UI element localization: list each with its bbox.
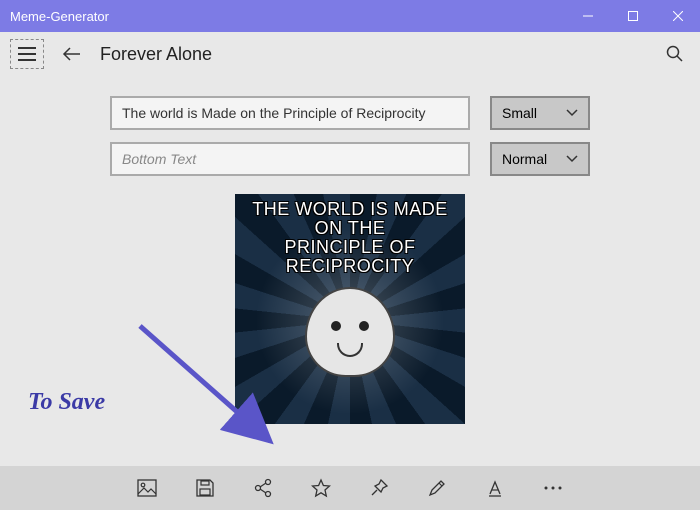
- meme-top-text: THE WORLD IS MADE ON THEPRINCIPLE OF REC…: [235, 194, 465, 276]
- close-button[interactable]: [655, 0, 700, 32]
- top-size-select[interactable]: Small: [490, 96, 590, 130]
- font-icon: [485, 478, 505, 498]
- minimize-icon: [583, 11, 593, 21]
- chevron-down-icon: [566, 155, 578, 163]
- bottom-toolbar: [0, 466, 700, 510]
- annotation-label: To Save: [28, 389, 105, 416]
- window-title: Meme-Generator: [0, 9, 565, 24]
- favorite-button[interactable]: [307, 474, 335, 502]
- minimize-button[interactable]: [565, 0, 610, 32]
- pencil-icon: [427, 478, 447, 498]
- top-text-row: Small: [110, 96, 590, 130]
- bottom-size-value: Normal: [502, 151, 547, 167]
- more-button[interactable]: [539, 474, 567, 502]
- more-icon: [543, 485, 563, 491]
- star-icon: [311, 478, 331, 498]
- hamburger-icon: [18, 47, 36, 61]
- edit-button[interactable]: [423, 474, 451, 502]
- pin-icon: [369, 478, 389, 498]
- back-arrow-icon: [61, 46, 81, 62]
- forever-alone-face: [305, 287, 395, 377]
- bottom-text-row: Normal: [110, 142, 590, 176]
- top-text-input[interactable]: [110, 96, 470, 130]
- share-icon: [253, 478, 273, 498]
- window-titlebar: Meme-Generator: [0, 0, 700, 32]
- hamburger-button[interactable]: [10, 39, 44, 69]
- share-button[interactable]: [249, 474, 277, 502]
- top-size-value: Small: [502, 105, 537, 121]
- search-button[interactable]: [660, 39, 690, 69]
- save-button[interactable]: [191, 474, 219, 502]
- meme-preview: THE WORLD IS MADE ON THEPRINCIPLE OF REC…: [235, 194, 465, 424]
- font-button[interactable]: [481, 474, 509, 502]
- pin-button[interactable]: [365, 474, 393, 502]
- maximize-icon: [628, 11, 638, 21]
- page-title: Forever Alone: [100, 44, 660, 65]
- save-icon: [195, 478, 215, 498]
- bottom-text-input[interactable]: [110, 142, 470, 176]
- image-button[interactable]: [133, 474, 161, 502]
- maximize-button[interactable]: [610, 0, 655, 32]
- search-icon: [666, 45, 684, 63]
- close-icon: [673, 11, 683, 21]
- header-bar: Forever Alone: [0, 32, 700, 76]
- content-area: Small Normal THE WORLD IS MADE ON THEPRI…: [0, 76, 700, 466]
- chevron-down-icon: [566, 109, 578, 117]
- back-button[interactable]: [56, 39, 86, 69]
- bottom-size-select[interactable]: Normal: [490, 142, 590, 176]
- image-icon: [137, 479, 157, 497]
